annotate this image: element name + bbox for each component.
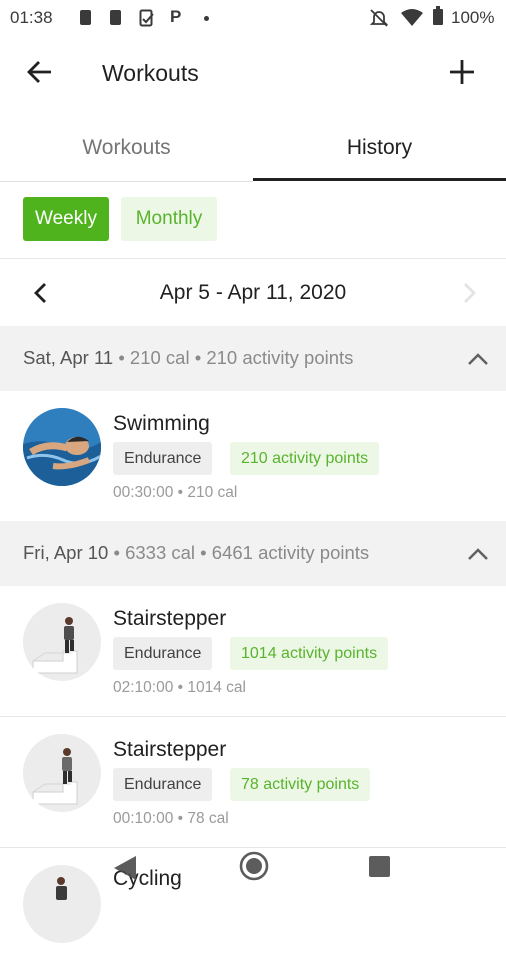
battery-percent: 100% [451, 8, 495, 27]
nav-home-icon[interactable] [238, 850, 270, 882]
activity-points-chip: 78 activity points [230, 768, 371, 801]
workout-entry[interactable]: Stairstepper Endurance 1014 activity poi… [0, 586, 506, 716]
chevron-right-icon[interactable] [455, 279, 483, 307]
chevron-up-icon[interactable] [466, 542, 490, 566]
status-bar: 01:38 P 100% [0, 0, 506, 36]
plus-icon[interactable] [446, 56, 478, 88]
sim-icon [110, 10, 121, 25]
day-header[interactable]: Fri, Apr 10 • 6333 cal • 6461 activity p… [0, 521, 506, 586]
chevron-up-icon[interactable] [466, 347, 490, 371]
monthly-toggle-button[interactable]: Monthly [121, 197, 217, 241]
activity-points-chip: 210 activity points [230, 442, 380, 475]
tab-bar: Workouts History [0, 112, 506, 182]
tab-workouts[interactable]: Workouts [0, 112, 253, 182]
tab-history[interactable]: History [253, 112, 506, 182]
workout-meta: 00:30:00 • 210 cal [113, 484, 238, 501]
workout-meta: 02:10:00 • 1014 cal [113, 679, 246, 696]
status-time: 01:38 [10, 8, 53, 27]
sim-icon [80, 10, 91, 25]
notification-dot-icon [204, 16, 209, 21]
tab-indicator [253, 178, 506, 181]
workout-name: Stairstepper [113, 738, 227, 761]
category-chip: Endurance [113, 442, 213, 475]
day-date: Fri, Apr 10 [23, 542, 109, 563]
workout-meta: 00:10:00 • 78 cal [113, 810, 229, 827]
activity-points-chip: 1014 activity points [230, 637, 389, 670]
battery-icon [433, 6, 443, 25]
workout-entry[interactable]: Swimming Endurance 210 activity points 0… [0, 391, 506, 521]
workout-entry[interactable]: Stairstepper Endurance 78 activity point… [0, 717, 506, 847]
category-chip: Endurance [113, 768, 213, 801]
tab-divider [0, 181, 253, 182]
day-summary: Sat, Apr 11 • 210 cal • 210 activity poi… [23, 347, 353, 369]
bell-off-icon [369, 9, 389, 27]
workout-name: Swimming [113, 412, 210, 435]
arrow-left-icon[interactable] [24, 56, 56, 88]
divider [0, 258, 506, 259]
day-totals: • 6333 cal • 6461 activity points [113, 542, 370, 563]
wifi-icon [401, 9, 423, 26]
app-bar: Workouts [0, 36, 506, 112]
weekly-toggle-button[interactable]: Weekly [23, 197, 109, 241]
day-header[interactable]: Sat, Apr 11 • 210 cal • 210 activity poi… [0, 326, 506, 391]
day-summary: Fri, Apr 10 • 6333 cal • 6461 activity p… [23, 542, 369, 564]
day-date: Sat, Apr 11 [23, 347, 114, 368]
nav-back-icon[interactable] [112, 854, 138, 882]
day-totals: • 210 cal • 210 activity points [118, 347, 354, 368]
swimming-photo [23, 408, 101, 486]
date-range-label: Apr 5 - Apr 11, 2020 [159, 281, 347, 304]
stairstepper-photo [23, 603, 101, 681]
nav-recents-icon[interactable] [369, 856, 390, 877]
category-chip: Endurance [113, 637, 213, 670]
stairstepper-photo [23, 734, 101, 812]
checklist-icon [139, 9, 154, 27]
page-title: Workouts [102, 60, 199, 86]
workout-name: Stairstepper [113, 607, 227, 630]
parking-icon: P [170, 7, 182, 26]
system-nav-bar [0, 840, 506, 900]
